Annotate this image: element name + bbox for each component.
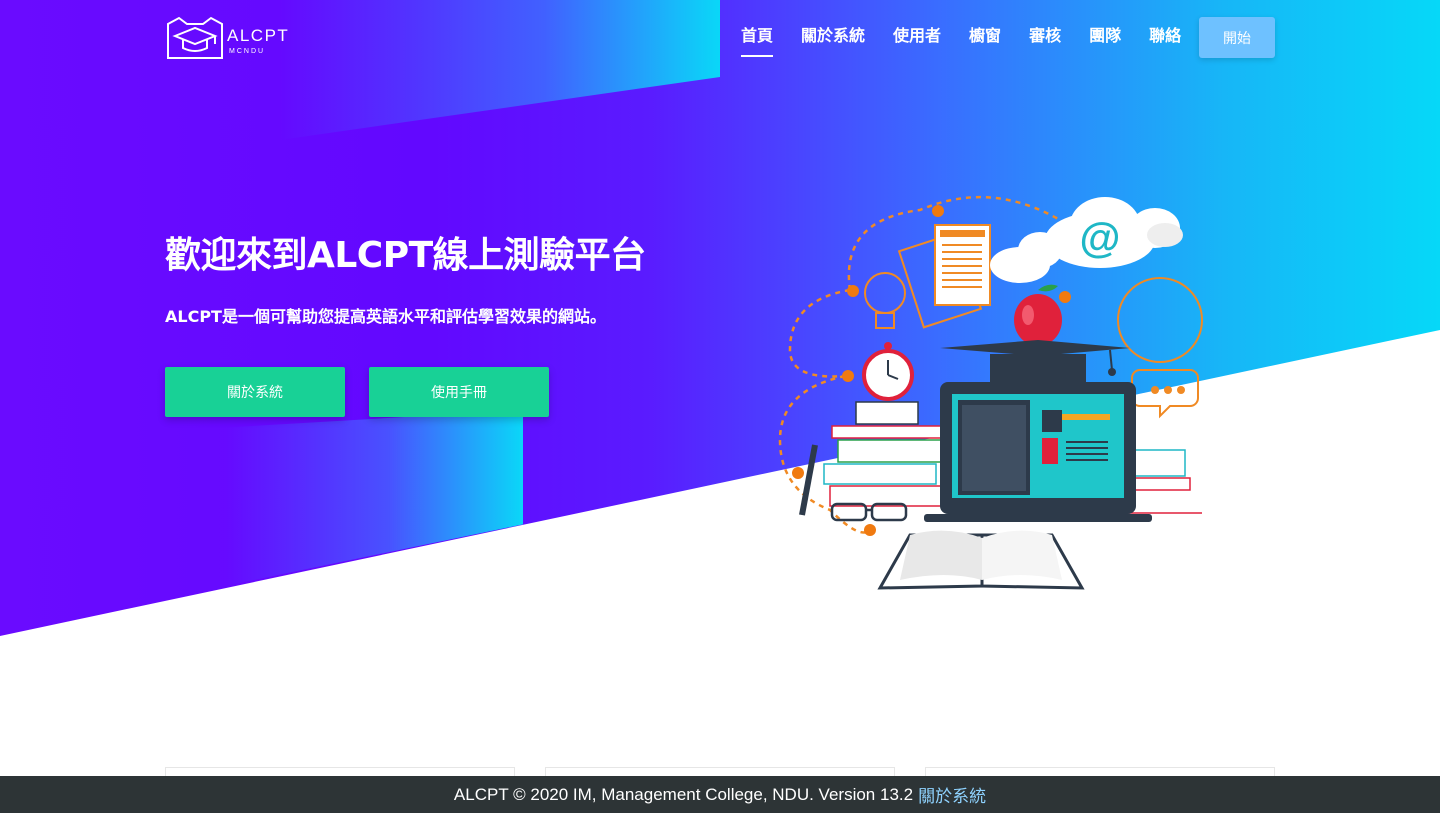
lightbulb-icon (864, 272, 906, 329)
start-button[interactable]: 開始 (1199, 17, 1275, 58)
graduation-cap-icon (940, 340, 1130, 384)
clock-icon (862, 342, 914, 401)
apple-icon (1014, 284, 1062, 346)
nav-item-review[interactable]: 審核 (1029, 25, 1061, 57)
nav-item-contact[interactable]: 聯絡 (1149, 25, 1181, 57)
laptop-icon (924, 382, 1152, 522)
logo-icon (167, 16, 223, 59)
nav-item-showcase[interactable]: 櫥窗 (969, 25, 1001, 57)
footer: ALCPT © 2020 IM, Management College, NDU… (0, 776, 1440, 813)
footer-copyright: ALCPT © 2020 IM, Management College, NDU… (453, 784, 914, 804)
logo-text: ALCPT (227, 26, 290, 45)
logo-subtext: MCNDU (229, 48, 266, 55)
main-nav: 首頁 關於系統 使用者 櫥窗 審核 團隊 聯絡 (741, 25, 1209, 57)
hero-light-streak (225, 410, 523, 586)
footer-about-link[interactable]: 關於系統 (918, 782, 986, 807)
nav-item-team[interactable]: 團隊 (1089, 25, 1121, 57)
nav-item-about[interactable]: 關於系統 (801, 25, 865, 57)
email-at-icon: @ (1080, 214, 1121, 261)
nav-item-home[interactable]: 首頁 (741, 25, 774, 57)
hero-subtitle: ALCPT是一個可幫助您提高英語水平和評估學習效果的網站。 (165, 307, 606, 326)
logo[interactable]: ALCPT MCNDU (165, 14, 297, 62)
about-system-button[interactable]: 關於系統 (165, 367, 345, 417)
open-book-icon (877, 530, 1085, 590)
nav-item-users[interactable]: 使用者 (893, 25, 941, 57)
document-icon (897, 224, 991, 329)
hero-illustration: @ (778, 195, 1203, 590)
user-manual-button[interactable]: 使用手冊 (369, 367, 549, 417)
hero-title: 歡迎來到ALCPT線上測驗平台 (165, 235, 646, 276)
